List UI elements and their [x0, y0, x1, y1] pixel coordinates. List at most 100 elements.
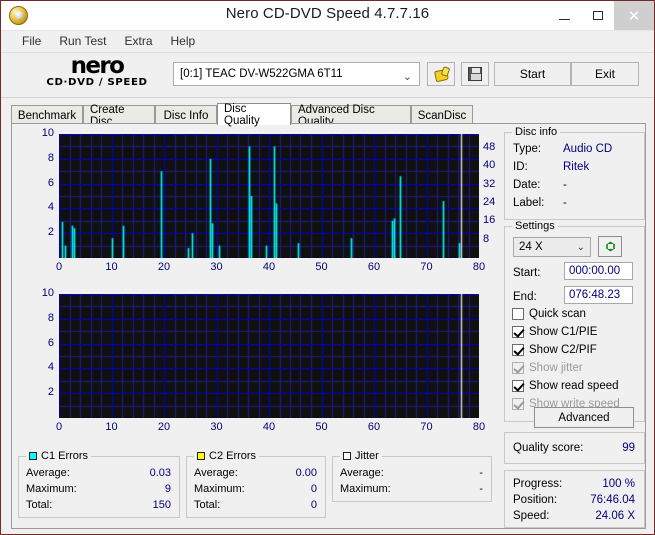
jitter-title: Jitter	[340, 450, 382, 462]
start-time-field[interactable]: 000:00.00	[564, 262, 633, 280]
c2-chart: 2 4 6 8 10 0 10 20 30 40 50 60 70 80	[14, 286, 500, 442]
jitter-box: Jitter Average: - Maximum: -	[332, 450, 492, 502]
axis-tick-label: 4	[47, 361, 54, 374]
menu-item-run-test[interactable]: Run Test	[50, 31, 115, 52]
side-panel: Disc info Type: Audio CD ID: Ritek Date:…	[504, 126, 645, 528]
axis-tick-label: 40	[262, 421, 276, 433]
chevron-down-icon: ⌄	[576, 242, 585, 253]
menu-item-extra[interactable]: Extra	[115, 31, 161, 52]
axis-tick-label: 32	[483, 177, 496, 190]
drive-select-value: [0:1] TEAC DV-W522GMA 6T11	[180, 68, 343, 80]
c2-total-label: Total:	[194, 499, 221, 511]
axis-tick-label: 48	[483, 140, 496, 153]
axis-tick-label: 50	[315, 261, 328, 273]
c2-color-swatch	[197, 452, 205, 460]
axis-tick-label: 8	[483, 232, 490, 245]
axis-tick-label: 10	[105, 421, 118, 433]
axis-tick-label: 2	[47, 386, 54, 399]
checkbox-show-read-speed[interactable]: Show read speed	[512, 380, 619, 392]
chevron-down-icon: ⌄	[402, 71, 412, 83]
axis-tick-label: 24	[483, 195, 496, 208]
axis-tick-label: 70	[420, 421, 433, 433]
tab-create-disc[interactable]: Create Disc	[83, 104, 155, 128]
checkbox-show-jitter-label: Show jitter	[529, 362, 583, 374]
checkbox-quick-scan[interactable]: Quick scan	[512, 308, 586, 320]
c1-errors-title: C1 Errors	[26, 450, 92, 462]
toolbar: nero CD·DVD ∕ SPEED [0:1] TEAC DV-W522GM…	[1, 53, 654, 98]
c1-errors-box: C1 Errors Average: 0.03 Maximum: 9 Total…	[18, 450, 180, 518]
disc-id-value: Ritek	[563, 161, 590, 173]
tab-disc-info[interactable]: Disc Info	[155, 105, 217, 125]
axis-tick-label: 70	[420, 261, 433, 273]
tab-benchmark[interactable]: Benchmark	[11, 105, 83, 125]
axis-tick-label: 60	[367, 421, 381, 433]
maximize-button[interactable]	[581, 1, 614, 30]
axis-tick-label: 8	[47, 311, 54, 324]
axis-tick-label: 0	[55, 261, 63, 273]
exit-button[interactable]: Exit	[571, 62, 639, 86]
eject-button[interactable]	[427, 62, 455, 86]
c1-maximum-label: Maximum:	[26, 483, 77, 495]
axis-tick-label: 6	[47, 176, 54, 189]
disc-info-title: Disc info	[512, 126, 561, 138]
axis-tick-label: 80	[472, 261, 486, 273]
axis-tick-label: 50	[315, 421, 328, 433]
window-controls: ✕	[548, 1, 654, 30]
disc-label-label: Label:	[513, 197, 545, 209]
minimize-button[interactable]	[548, 1, 581, 30]
c2-plot-area	[59, 294, 479, 418]
disc-quality-panel: 2 4 6 8 10 8 16 24 32 40 48 0 10 20 30 40 50 60 70 80 246…	[11, 123, 646, 529]
c2-maximum-label: Maximum:	[194, 483, 245, 495]
speed-select[interactable]: 24 X ⌄	[513, 237, 591, 257]
axis-tick-label: 16	[483, 214, 496, 227]
menu-item-file[interactable]: File	[13, 31, 50, 52]
checkbox-show-read-speed-label: Show read speed	[529, 380, 619, 392]
disc-date-label: Date:	[513, 179, 541, 191]
axis-tick-label: 0	[55, 421, 63, 433]
checkbox-show-write-speed-box	[512, 398, 524, 410]
save-button[interactable]	[461, 62, 489, 86]
floppy-save-icon	[468, 67, 482, 81]
disc-type-value: Audio CD	[563, 143, 613, 155]
axis-tick-label: 60	[367, 261, 381, 273]
c1-total-value: 150	[152, 499, 171, 511]
drive-select[interactable]: [0:1] TEAC DV-W522GMA 6T11 ⌄	[173, 62, 420, 86]
axis-tick-label: 2	[47, 226, 54, 239]
checkbox-show-jitter-box	[512, 362, 524, 374]
progress-value: 100 %	[602, 478, 635, 490]
tab-disc-quality[interactable]: Disc Quality	[217, 103, 291, 127]
axis-tick-label: 80	[472, 421, 486, 433]
end-time-field[interactable]: 076:48.23	[564, 286, 633, 304]
jitter-average-label: Average:	[340, 467, 384, 479]
tab-strip: Benchmark Create Disc Disc Info Disc Qua…	[11, 103, 654, 128]
menu-item-help[interactable]: Help	[162, 31, 205, 52]
settings-title: Settings	[512, 220, 558, 232]
c2-total-value: 0	[310, 499, 317, 511]
checkbox-show-c2-pif-label: Show C2/PIF	[529, 344, 597, 356]
c1-total-label: Total:	[26, 499, 53, 511]
axis-tick-label: 6	[47, 336, 54, 349]
position-label: Position:	[513, 494, 558, 506]
nero-logo: nero CD·DVD ∕ SPEED	[23, 55, 171, 95]
tab-advanced-disc-quality[interactable]: Advanced Disc Quality	[291, 104, 411, 128]
c1-errors-label: C1 Errors	[41, 450, 89, 462]
position-value: 76:46.04	[590, 494, 635, 506]
c2-errors-label: C2 Errors	[209, 450, 257, 462]
close-button[interactable]: ✕	[614, 1, 654, 30]
status-bar	[1, 530, 654, 534]
start-time-label: Start:	[513, 267, 541, 279]
refresh-button[interactable]	[598, 236, 622, 257]
c2-errors-box: C2 Errors Average: 0.00 Maximum: 0 Total…	[186, 450, 326, 518]
advanced-button[interactable]: Advanced	[534, 407, 634, 428]
speed-value: 24.06 X	[595, 510, 635, 522]
progress-label: Progress:	[513, 478, 563, 490]
start-button[interactable]: Start	[494, 62, 571, 86]
logo-subtitle: CD·DVD ∕ SPEED	[46, 77, 148, 88]
tab-scandisc[interactable]: ScanDisc	[411, 105, 473, 125]
axis-tick-label: 10	[41, 287, 54, 299]
checkbox-quick-scan-label: Quick scan	[529, 308, 586, 320]
checkbox-show-c1-pie[interactable]: Show C1/PIE	[512, 326, 597, 338]
c1-maximum-value: 9	[164, 483, 171, 495]
disc-info-group: Disc info Type: Audio CD ID: Ritek Date:…	[504, 126, 645, 220]
checkbox-show-c2-pif[interactable]: Show C2/PIF	[512, 344, 597, 356]
